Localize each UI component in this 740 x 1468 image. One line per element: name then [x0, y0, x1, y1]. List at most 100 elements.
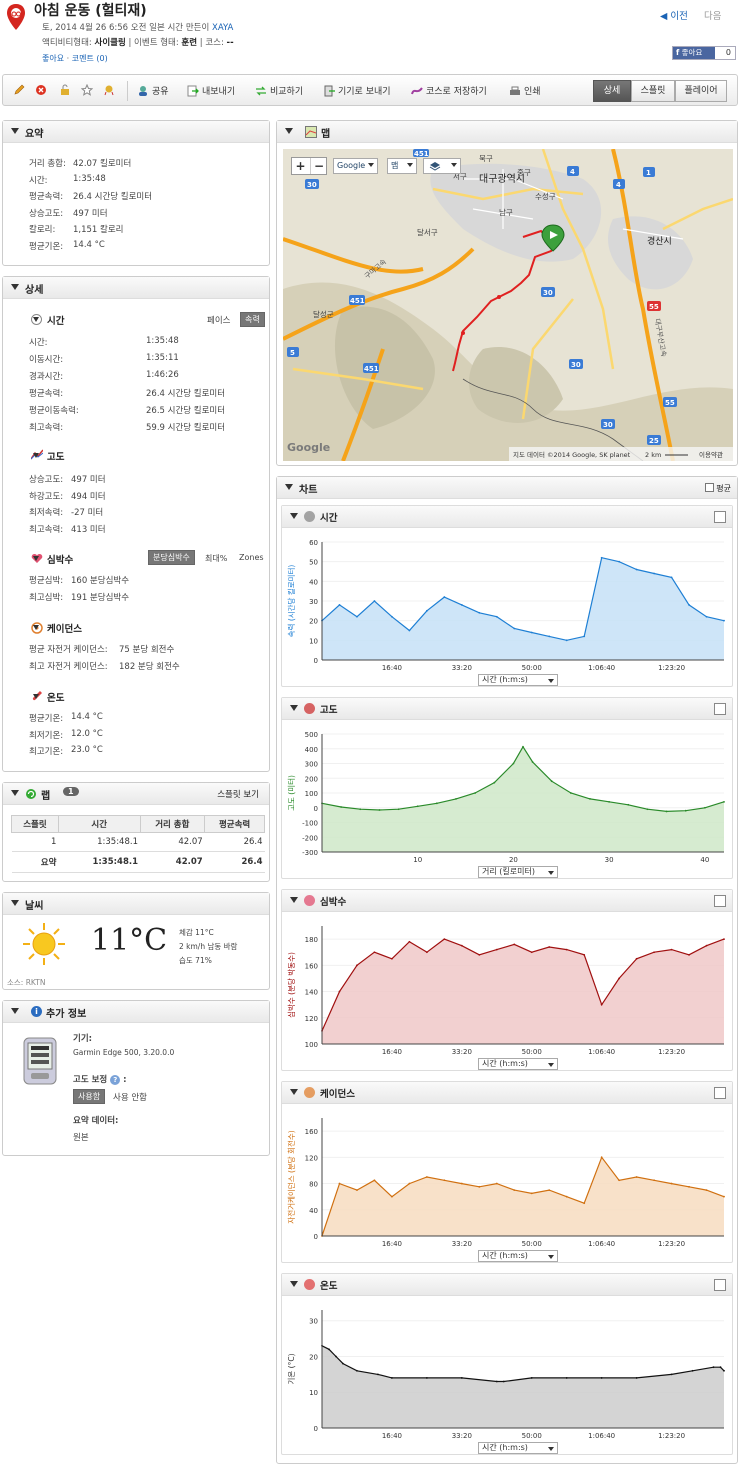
- details-title[interactable]: 상세: [3, 277, 269, 299]
- comment-link[interactable]: 코멘트 (0): [72, 54, 108, 63]
- city-gyeongsan: 경산시: [647, 235, 672, 247]
- chart-title[interactable]: 온도: [320, 1281, 337, 1292]
- like-link[interactable]: 좋아요: [42, 54, 64, 63]
- clock-icon: [304, 511, 315, 522]
- google-provider-dropdown[interactable]: Google: [333, 158, 379, 174]
- export-icon: [187, 85, 199, 96]
- send-to-device-button[interactable]: 기기로 보내기: [323, 84, 391, 97]
- badge-icon[interactable]: [103, 84, 115, 96]
- data-point: [565, 639, 568, 642]
- lock-icon[interactable]: [59, 84, 71, 96]
- stat-label: 상승고도:: [29, 475, 64, 485]
- chart-title[interactable]: 심박수: [320, 897, 346, 908]
- map-type-dropdown[interactable]: 맵: [387, 158, 417, 174]
- cadence-section-title[interactable]: 케이던스: [33, 621, 82, 635]
- data-point: [408, 1182, 411, 1185]
- stat-label: 칼로리:: [29, 225, 56, 235]
- speed-toggle[interactable]: 속력: [240, 312, 265, 327]
- laps-title[interactable]: 랩: [41, 791, 50, 802]
- send-device-label: 기기로 보내기: [338, 87, 391, 97]
- event-type-value[interactable]: 훈련: [181, 38, 197, 48]
- temp-section-title[interactable]: 온도: [32, 690, 64, 704]
- map-title[interactable]: 맵: [321, 129, 330, 140]
- weather-title[interactable]: 날씨: [3, 893, 269, 915]
- x-axis-dropdown[interactable]: 시간 (h:m:s): [478, 1250, 558, 1262]
- average-toggle[interactable]: 평균: [704, 483, 731, 494]
- x-axis-dropdown[interactable]: 거리 (킬로미터): [478, 866, 558, 878]
- x-axis-dropdown[interactable]: 시간 (h:m:s): [478, 1058, 558, 1070]
- x-axis-dropdown[interactable]: 시간 (h:m:s): [478, 1442, 558, 1454]
- layers-dropdown[interactable]: [423, 158, 461, 174]
- x-tick-label: 16:40: [382, 1240, 402, 1248]
- laps-col-header[interactable]: 스플릿: [11, 815, 59, 833]
- chart-title[interactable]: 시간: [320, 513, 337, 524]
- y-axis-label: 고도 (미터): [287, 775, 296, 811]
- extra-info-panel: i 추가 정보 기기: Garmin Edge 500, 3.20.0.0 고도…: [2, 1000, 270, 1156]
- extra-info-title[interactable]: 추가 정보: [46, 1009, 86, 1020]
- activity-type-line: 액티비티형태: 사이클링 | 이벤트 형태: 훈련 | 코스: --: [42, 36, 234, 48]
- data-point: [502, 1380, 505, 1383]
- lap-summary-cell: 요약: [11, 851, 59, 873]
- shield-451-b-label: 451: [364, 365, 379, 373]
- map-canvas[interactable]: 대구광역시 경산시 달서구 남구 수성구 북구 서구 달성군 중구 구마고속 대…: [283, 149, 733, 461]
- pace-toggle[interactable]: 페이스: [207, 314, 230, 326]
- expand-icon[interactable]: [714, 1087, 726, 1099]
- fb-like-button[interactable]: f 좋아요 0: [672, 46, 736, 60]
- average-checkbox[interactable]: [704, 483, 714, 492]
- export-button[interactable]: 내보내기: [187, 84, 235, 97]
- data-point: [569, 792, 572, 794]
- activity-type-value[interactable]: 사이클링: [95, 38, 126, 48]
- chart-title[interactable]: 케이던스: [320, 1089, 355, 1100]
- expand-icon[interactable]: [714, 703, 726, 715]
- author-link[interactable]: XAYA: [212, 23, 233, 33]
- zoom-in-button[interactable]: +: [292, 158, 309, 174]
- laps-col-header[interactable]: 평균속력: [204, 815, 265, 833]
- tab-detail[interactable]: 상세: [593, 80, 631, 102]
- laps-col-header[interactable]: 시간: [57, 815, 141, 833]
- max-percent-toggle[interactable]: 최대%: [205, 553, 227, 564]
- tab-player[interactable]: 플레이어: [675, 80, 727, 102]
- zones-toggle[interactable]: Zones: [239, 553, 264, 562]
- chart-title[interactable]: 고도: [320, 705, 337, 716]
- charts-panel: 차트 평균 시간 0 10 20 30 40 50 60 16:40 33:20 50:00 1:06…: [276, 476, 738, 1464]
- delete-icon[interactable]: [35, 84, 47, 96]
- zoom-out-button[interactable]: −: [310, 158, 327, 174]
- prev-link[interactable]: ◀ 이전: [660, 8, 688, 22]
- elev-correction-off[interactable]: 사용 안함: [113, 1091, 147, 1103]
- expand-icon[interactable]: [714, 1279, 726, 1291]
- save-as-course-button[interactable]: 코스로 저장하기: [411, 84, 487, 97]
- help-icon[interactable]: ?: [110, 1075, 121, 1085]
- share-button[interactable]: 공유: [137, 84, 169, 97]
- map-terms-link[interactable]: 이용약관: [699, 450, 723, 459]
- edit-icon[interactable]: [13, 84, 25, 96]
- bpm-toggle[interactable]: 분당심박수: [148, 550, 195, 565]
- charts-title[interactable]: 차트: [299, 485, 317, 496]
- elev-correction-on[interactable]: 사용함: [73, 1089, 106, 1104]
- data-point: [723, 1369, 725, 1372]
- summary-title[interactable]: 요약: [3, 121, 269, 143]
- compare-button[interactable]: 비교하기: [255, 84, 303, 97]
- time-section-title[interactable]: 시간: [32, 313, 64, 327]
- x-axis-dropdown[interactable]: 시간 (h:m:s): [478, 674, 558, 686]
- weather-wind: 2 km/h 남동 바람: [179, 942, 238, 951]
- expand-icon[interactable]: [714, 511, 726, 523]
- district-suseong: 수성구: [535, 192, 556, 201]
- print-button[interactable]: 인쇄: [509, 84, 541, 97]
- data-point: [589, 798, 591, 800]
- laps-col-header[interactable]: 거리 총합: [139, 815, 206, 833]
- data-point: [391, 615, 393, 618]
- next-link[interactable]: 다음: [704, 8, 721, 22]
- view-splits-link[interactable]: 스플릿 보기: [217, 788, 259, 800]
- data-point: [495, 615, 498, 618]
- elevation-section-title[interactable]: 고도: [32, 449, 64, 463]
- favorite-star-icon[interactable]: [81, 84, 93, 96]
- lap-row[interactable]: 1 1:35:48.1 42.07 26.4: [11, 832, 265, 852]
- shield-25-label: 25: [649, 437, 659, 445]
- google-logo[interactable]: Google: [287, 441, 330, 454]
- activity-title[interactable]: 아침 운동 (헐티재): [34, 0, 147, 20]
- x-tick-label: 16:40: [382, 664, 402, 672]
- tab-splits[interactable]: 스플릿: [631, 80, 675, 102]
- expand-icon[interactable]: [714, 895, 726, 907]
- data-point: [522, 745, 524, 748]
- heart-section-title[interactable]: 심박수: [32, 552, 73, 566]
